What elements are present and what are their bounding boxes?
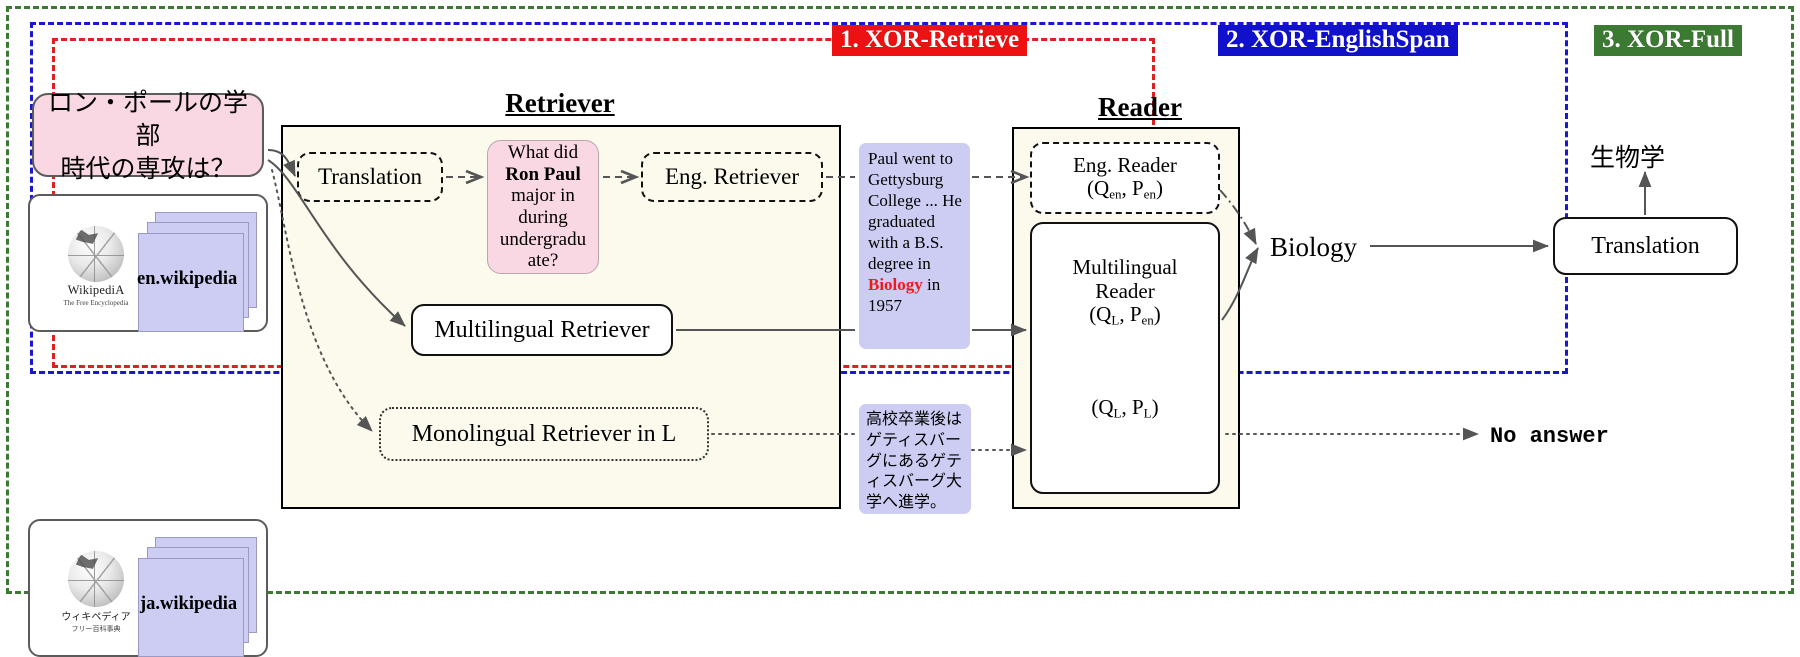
tq-line-4: during (518, 207, 568, 228)
final-translation-label: Translation (1591, 232, 1700, 259)
multilingual-reader-args-bottom: (QL, PL) (1091, 395, 1159, 421)
tq-line-6: ate? (527, 250, 559, 272)
ml-top-p-sub: en (1141, 312, 1154, 328)
eng-reader-q: Q (1094, 176, 1110, 201)
monolingual-retriever-label: Monolingual Retriever in L (411, 420, 677, 447)
ml-top-q-sub: L (1111, 312, 1120, 328)
eng-reader-title: Eng. Reader (1073, 152, 1177, 177)
eng-retriever-box[interactable]: Eng. Retriever (641, 152, 823, 202)
diagram-canvas: 1. XOR-Retrieve 2. XOR-EnglishSpan 3. XO… (0, 0, 1800, 657)
multilingual-reader-title-l1: Multilingual (1072, 255, 1178, 279)
eng-reader-p-sub: en (1143, 186, 1156, 202)
multilingual-reader-title: Multilingual Reader (1032, 255, 1218, 303)
input-query-bubble: ロン・ポールの学部 時代の専攻は？ (32, 88, 264, 183)
no-answer-output: No answer (1490, 424, 1609, 449)
multilingual-retriever-box[interactable]: Multilingual Retriever (411, 304, 673, 356)
ml-bot-q-sub: L (1113, 405, 1122, 421)
query-line-2: 時代の専攻は？ (60, 153, 236, 183)
task-label-xor-englishspan: 2. XOR-EnglishSpan (1218, 25, 1458, 56)
wikipedia-globe-icon (68, 551, 124, 607)
wikipedia-icon: ウィキペディア フリー百科事典 (59, 551, 133, 634)
wikipedia-wordmark-ja: ウィキペディア (61, 612, 131, 623)
tq-line-3: major in (511, 185, 575, 207)
retrieved-passage-english: Paul went to Gettysburg College ... He g… (859, 143, 970, 349)
tq-line-2: Ron Paul (505, 163, 581, 185)
retriever-heading-text: Retriever (505, 88, 615, 118)
passage-ja-text: 高校卒業後はゲティスバーグにあるゲティスバーグ大学へ進学。 (866, 409, 963, 512)
tq-line-5: undergradu (499, 228, 587, 250)
multilingual-reader-args-top: (QL, Pen) (1089, 302, 1161, 328)
translated-query-bubble: What did Ron Paul major in during underg… (487, 140, 599, 274)
multilingual-reader-box[interactable]: Multilingual Reader (QL, Pen) (QL, PL) (1030, 222, 1220, 494)
japanese-answer-text: 生物学 (1590, 143, 1666, 172)
retriever-heading: Retriever (460, 88, 660, 119)
eng-reader-args: (Qen, Pen) (1087, 176, 1163, 202)
wikipedia-tagline: The Free Encyclopedia (63, 299, 129, 307)
english-answer-text: Biology (1270, 232, 1358, 262)
eng-retriever-label: Eng. Retriever (664, 164, 800, 190)
eng-reader-q-sub: en (1109, 186, 1122, 202)
eng-reader-p: P (1131, 176, 1144, 201)
translation-box[interactable]: Translation (297, 152, 443, 202)
corpus-card-en: en.wikipedia WikipediA The Free Encyclop… (28, 194, 268, 332)
reader-heading: Reader (1040, 92, 1240, 123)
final-translation-box[interactable]: Translation (1553, 217, 1738, 275)
task-label-xor-full: 3. XOR-Full (1594, 25, 1742, 56)
translation-box-label: Translation (318, 164, 422, 190)
task-label-text: 2. XOR-EnglishSpan (1226, 26, 1450, 53)
corpus-label-ja: ja.wikipedia (140, 594, 238, 614)
retrieved-passage-japanese: 高校卒業後はゲティスバーグにあるゲティスバーグ大学へ進学。 (859, 404, 971, 514)
corpus-label-en: en.wikipedia (137, 269, 238, 289)
passage-en-highlight: Biology (868, 274, 923, 294)
passage-en-pre: Paul went to Gettysburg College ... He g… (868, 149, 962, 273)
reader-heading-text: Reader (1098, 92, 1182, 122)
wikipedia-globe-icon (68, 226, 124, 282)
wikipedia-wordmark: WikipediA (67, 283, 125, 297)
ml-bot-p-sub: L (1143, 405, 1152, 421)
no-answer-text: No answer (1490, 424, 1609, 449)
query-line-1: ロン・ポールの学部 (47, 87, 248, 150)
wikipedia-icon: WikipediA The Free Encyclopedia (59, 226, 133, 307)
tq-line-1: What did (507, 142, 579, 164)
english-answer: Biology (1270, 232, 1357, 263)
task-label-text: 3. XOR-Full (1602, 26, 1734, 53)
multilingual-retriever-label: Multilingual Retriever (434, 316, 650, 343)
monolingual-retriever-box[interactable]: Monolingual Retriever in L (379, 407, 709, 461)
multilingual-reader-title-l2: Reader (1095, 278, 1155, 303)
eng-reader-box[interactable]: Eng. Reader (Qen, Pen) (1030, 142, 1220, 214)
wikipedia-tagline-ja: フリー百科事典 (71, 625, 121, 633)
task-label-xor-retrieve: 1. XOR-Retrieve (832, 25, 1028, 56)
task-label-text: 1. XOR-Retrieve (840, 26, 1020, 53)
corpus-card-ja: ja.wikipedia ウィキペディア フリー百科事典 (28, 519, 268, 657)
japanese-answer: 生物学 (1590, 138, 1665, 174)
